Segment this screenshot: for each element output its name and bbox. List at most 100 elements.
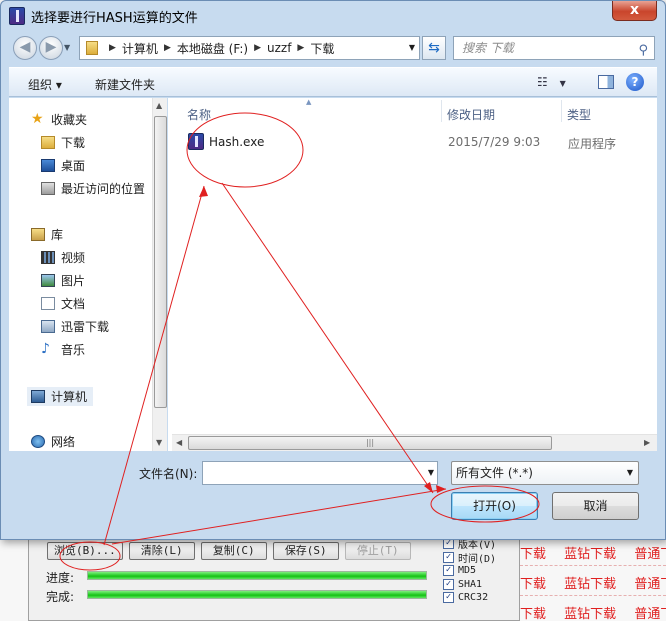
nav-label: 收藏夹 xyxy=(51,113,88,127)
breadcrumb-drive[interactable]: 本地磁盘 (F:) xyxy=(177,40,248,57)
checkbox[interactable]: ✓ xyxy=(443,565,454,577)
history-dropdown-icon[interactable]: ▼ xyxy=(64,43,70,52)
nav-recent[interactable]: 最近访问的位置 xyxy=(41,180,145,197)
search-input[interactable]: 搜索 下载 ⚲ xyxy=(453,36,655,60)
file-row[interactable]: Hash.exe 2015/7/29 9:03 应用程序 xyxy=(182,132,652,152)
folder-icon xyxy=(86,41,98,55)
column-divider[interactable] xyxy=(441,100,442,122)
scroll-up-icon[interactable]: ▲ xyxy=(156,101,162,110)
checkbox[interactable]: ✓ xyxy=(443,592,454,604)
scroll-down-icon[interactable]: ▼ xyxy=(156,438,162,447)
refresh-button[interactable]: ⇆ xyxy=(422,36,446,60)
bg-download-link[interactable]: 下载 xyxy=(520,607,546,622)
picture-icon xyxy=(41,274,55,287)
file-type-filter[interactable]: 所有文件 (*.*) ▼ xyxy=(451,461,639,485)
bg-download-link[interactable]: 下载 xyxy=(520,577,546,592)
chevron-down-icon[interactable]: ▼ xyxy=(428,462,434,484)
option-md5[interactable]: ✓ MD5 xyxy=(443,564,496,578)
horizontal-scrollbar[interactable]: ◀ ||| ▶ xyxy=(172,434,657,451)
nav-libraries[interactable]: 库 xyxy=(31,226,63,243)
nav-label: 音乐 xyxy=(61,343,86,357)
organize-button[interactable]: 组织 ▾ xyxy=(28,76,62,93)
column-date[interactable]: 修改日期 xyxy=(447,106,495,123)
nav-scrollbar[interactable]: ▲ ▼ xyxy=(152,98,167,451)
clear-button[interactable]: 清除(L) xyxy=(128,542,195,560)
option-label: SHA1 xyxy=(458,578,483,590)
nav-label: 文档 xyxy=(61,297,86,311)
view-list-icon: ☷ xyxy=(537,75,548,89)
music-icon: ♪ xyxy=(41,341,50,357)
chevron-right-icon[interactable]: ▶ xyxy=(297,43,304,53)
chevron-down-icon: ▼ xyxy=(559,79,566,88)
chevron-right-icon[interactable]: ▶ xyxy=(254,43,261,53)
column-name[interactable]: 名称 xyxy=(187,106,211,123)
close-icon: x xyxy=(629,2,640,18)
new-folder-button[interactable]: 新建文件夹 xyxy=(95,76,155,93)
bg-bluediamond-link[interactable]: 蓝钻下载 xyxy=(564,607,616,622)
checkbox[interactable]: ✓ xyxy=(443,578,454,590)
nav-network[interactable]: 网络 xyxy=(31,433,75,450)
chevron-right-icon[interactable]: ▶ xyxy=(109,43,116,53)
option-sha1[interactable]: ✓ SHA1 xyxy=(443,578,496,592)
cancel-button[interactable]: 取消 xyxy=(552,492,639,520)
column-divider[interactable] xyxy=(561,100,562,122)
bg-normal-link[interactable]: 普通下 xyxy=(634,607,666,622)
nav-computer[interactable]: 计算机 xyxy=(27,387,94,406)
chevron-down-icon[interactable]: ▼ xyxy=(409,43,415,52)
nav-favorites[interactable]: ★ 收藏夹 xyxy=(31,111,87,128)
filename-input[interactable]: ▼ xyxy=(202,461,438,485)
search-icon[interactable]: ⚲ xyxy=(638,40,648,62)
thunder-folder-icon xyxy=(41,320,55,333)
title-bar[interactable]: 选择要进行HASH运算的文件 x xyxy=(1,1,665,31)
horizontal-scroll-thumb[interactable]: ||| xyxy=(188,436,552,450)
breadcrumb-computer[interactable]: 计算机 xyxy=(122,40,158,57)
option-time[interactable]: ✓ 时间(D) xyxy=(443,551,496,565)
chevron-right-icon[interactable]: ▶ xyxy=(164,43,171,53)
network-icon xyxy=(31,435,45,448)
bg-bluediamond-link[interactable]: 蓝钻下载 xyxy=(564,547,616,562)
downloads-folder-icon xyxy=(41,136,55,149)
scroll-left-icon[interactable]: ◀ xyxy=(176,438,182,447)
breadcrumb-uzzf[interactable]: uzzf xyxy=(267,41,291,55)
nav-thunder[interactable]: 迅雷下载 xyxy=(41,318,109,335)
nav-scroll-thumb[interactable] xyxy=(154,116,167,408)
column-type[interactable]: 类型 xyxy=(567,106,591,123)
chevron-down-icon[interactable]: ▼ xyxy=(627,462,633,484)
breadcrumb-downloads[interactable]: 下载 xyxy=(310,40,334,57)
preview-pane-button[interactable] xyxy=(598,75,614,89)
file-name: Hash.exe xyxy=(209,135,265,149)
save-button[interactable]: 保存(S) xyxy=(272,542,339,560)
nav-music[interactable]: ♪ 音乐 xyxy=(41,341,85,358)
hash-app-window: 浏览(B)... 清除(L) 复制(C) 保存(S) 停止(T) 进度: 完成:… xyxy=(28,528,520,621)
forward-button[interactable]: ▶ xyxy=(39,36,63,60)
refresh-icon: ⇆ xyxy=(428,40,440,56)
bg-download-link[interactable]: 下载 xyxy=(520,547,546,562)
nav-documents[interactable]: 文档 xyxy=(41,295,85,312)
help-button[interactable]: ? xyxy=(626,73,644,91)
open-button[interactable]: 打开(O) xyxy=(451,492,538,520)
browse-button[interactable]: 浏览(B)... xyxy=(47,542,123,560)
option-crc32[interactable]: ✓ CRC32 xyxy=(443,591,496,605)
close-button[interactable]: x xyxy=(612,1,657,21)
filter-value: 所有文件 (*.*) xyxy=(456,466,533,480)
bg-bluediamond-link[interactable]: 蓝钻下载 xyxy=(564,577,616,592)
help-icon: ? xyxy=(631,75,639,89)
bg-normal-link[interactable]: 普通下 xyxy=(634,577,666,592)
nav-label: 桌面 xyxy=(61,159,86,173)
back-button[interactable]: ◀ xyxy=(13,36,37,60)
nav-label: 图片 xyxy=(61,274,86,288)
nav-desktop[interactable]: 桌面 xyxy=(41,157,85,174)
nav-pictures[interactable]: 图片 xyxy=(41,272,85,289)
copy-button[interactable]: 复制(C) xyxy=(200,542,267,560)
checkbox[interactable]: ✓ xyxy=(443,551,454,563)
bg-normal-link[interactable]: 普通下 xyxy=(634,547,666,562)
nav-downloads[interactable]: 下载 xyxy=(41,134,85,151)
exe-file-icon xyxy=(188,133,204,150)
nav-videos[interactable]: 视频 xyxy=(41,249,85,266)
stop-button[interactable]: 停止(T) xyxy=(344,542,411,560)
complete-label: 完成: xyxy=(46,590,75,604)
file-date: 2015/7/29 9:03 xyxy=(448,135,541,149)
scroll-right-icon[interactable]: ▶ xyxy=(644,438,650,447)
address-bar[interactable]: ▶ 计算机 ▶ 本地磁盘 (F:) ▶ uzzf ▶ 下载 ▼ xyxy=(79,36,420,60)
view-options-button[interactable]: ☷ ▼ xyxy=(537,75,566,89)
